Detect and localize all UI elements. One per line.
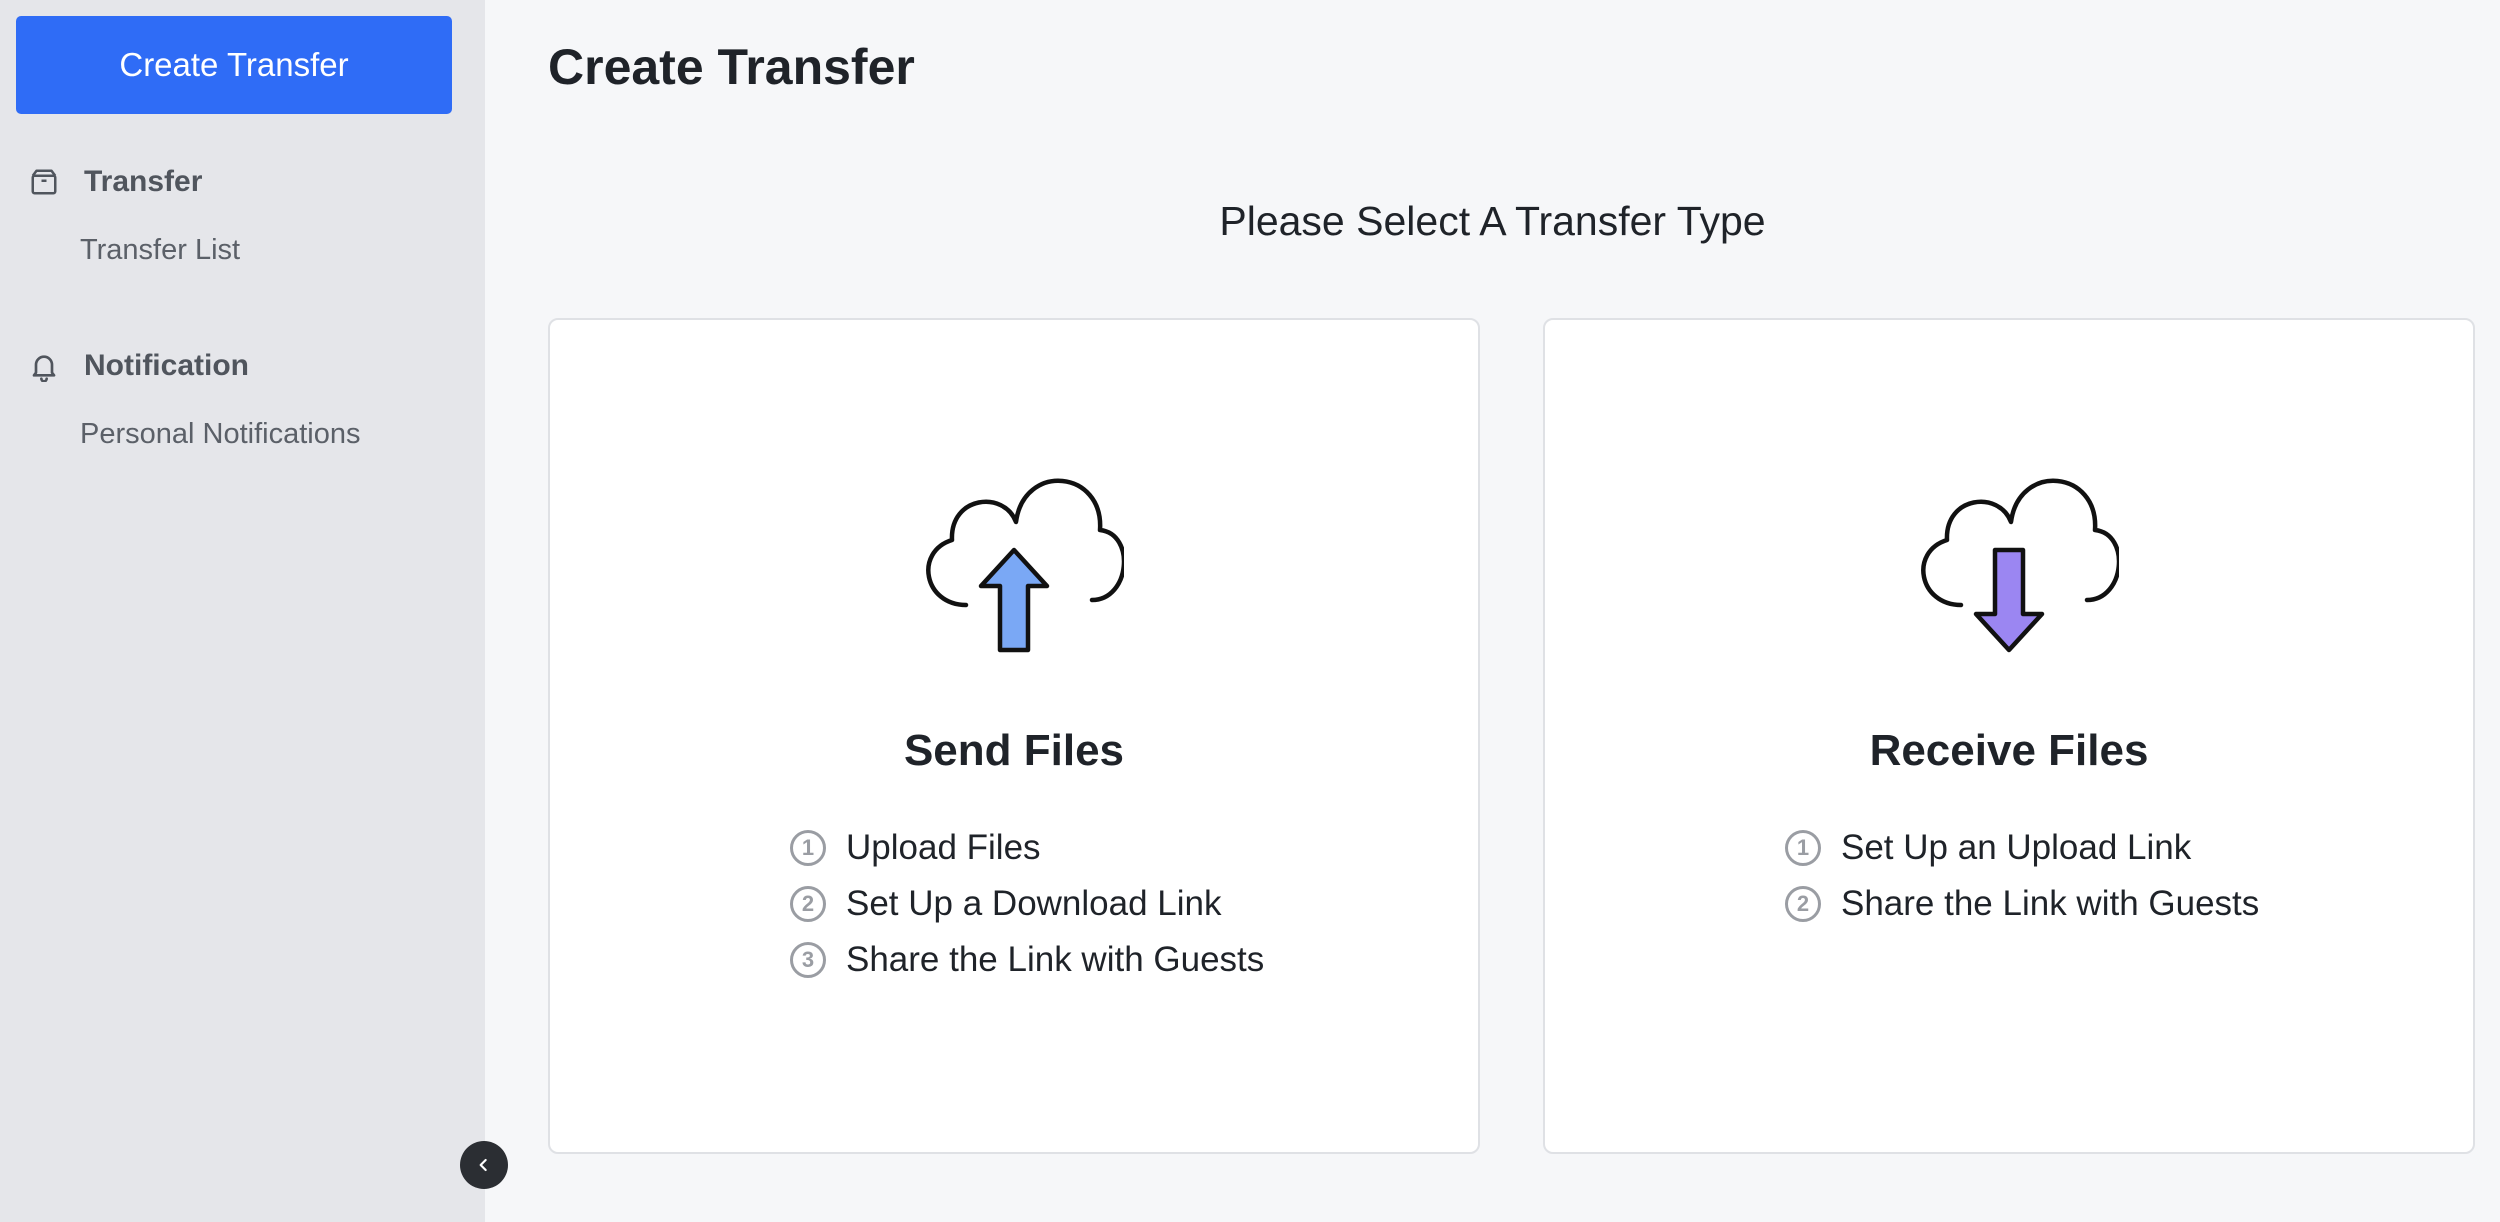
step-number-badge: 3 [790, 942, 826, 978]
sidebar: Create Transfer Transfer Transfer List N… [0, 0, 485, 1222]
package-icon [28, 166, 60, 198]
card-title: Send Files [903, 726, 1125, 775]
bell-icon [28, 350, 60, 382]
transfer-type-prompt: Please Select A Transfer Type [1219, 198, 1766, 244]
list-item: 2 Share the Link with Guests [1785, 876, 2259, 932]
sidebar-collapse-button[interactable] [460, 1141, 508, 1189]
create-transfer-button[interactable]: Create Transfer [16, 16, 452, 114]
list-item: 3 Share the Link with Guests [790, 932, 1264, 988]
list-item: 1 Set Up an Upload Link [1785, 820, 2259, 876]
step-text: Set Up an Upload Link [1841, 828, 2192, 867]
step-number-badge: 2 [1785, 886, 1821, 922]
sidebar-item-transfer-list[interactable]: Transfer List [80, 234, 240, 267]
step-text: Share the Link with Guests [846, 940, 1265, 979]
chevron-left-icon [474, 1155, 494, 1175]
page-title: Create Transfer [548, 39, 915, 95]
step-number-badge: 1 [790, 830, 826, 866]
step-text: Set Up a Download Link [846, 884, 1222, 923]
card-title: Receive Files [1869, 726, 2149, 775]
step-text: Upload Files [846, 828, 1041, 867]
step-number-badge: 1 [1785, 830, 1821, 866]
step-number-badge: 2 [790, 886, 826, 922]
sidebar-group-label: Transfer [84, 165, 203, 198]
receive-steps-list: 1 Set Up an Upload Link 2 Share the Link… [1785, 820, 2259, 932]
receive-files-card[interactable]: Receive Files 1 Set Up an Upload Link 2 … [1543, 318, 2475, 1154]
step-text: Share the Link with Guests [1841, 884, 2260, 923]
cloud-download-icon [1899, 460, 2122, 660]
sidebar-group-notification[interactable]: Notification [28, 344, 249, 388]
sidebar-group-transfer[interactable]: Transfer [28, 160, 202, 204]
send-steps-list: 1 Upload Files 2 Set Up a Download Link … [790, 820, 1264, 988]
send-files-card[interactable]: Send Files 1 Upload Files 2 Set Up a Dow… [548, 318, 1480, 1154]
sidebar-group-label: Notification [84, 349, 249, 382]
app-root: Create Transfer Transfer Transfer List N… [0, 0, 2500, 1222]
sidebar-item-personal-notifications[interactable]: Personal Notifications [80, 418, 360, 451]
list-item: 2 Set Up a Download Link [790, 876, 1264, 932]
cloud-upload-icon [904, 460, 1127, 660]
list-item: 1 Upload Files [790, 820, 1264, 876]
